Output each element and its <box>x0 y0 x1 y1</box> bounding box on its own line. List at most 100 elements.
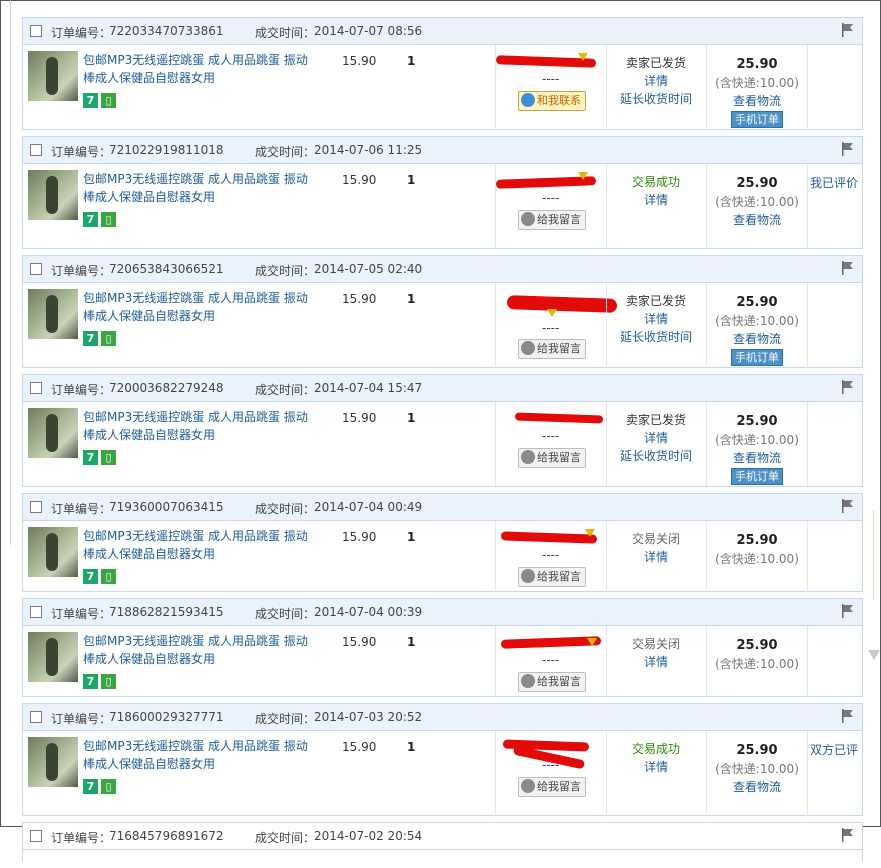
flag-icon[interactable] <box>842 828 854 842</box>
seller-dashes: ---- <box>542 429 560 443</box>
wangwang-chat-icon <box>521 212 535 226</box>
view-logistics-link[interactable]: 查看物流 <box>707 92 807 110</box>
product-title-link[interactable]: 包邮MP3无线遥控跳蛋 成人用品跳蛋 振动棒成人保健品自慰器女用 <box>83 632 313 668</box>
checkbox-icon[interactable] <box>30 711 42 723</box>
unit-price: 15.90 <box>342 173 377 187</box>
total-block: 25.90 (含快递:10.00) 查看物流 手机订单 <box>707 294 807 366</box>
view-logistics-link[interactable]: 查看物流 <box>707 211 807 229</box>
order-header: 订单编号： 718862821593415 成交时间： 2014-07-04 0… <box>23 599 862 626</box>
checkbox-icon[interactable] <box>30 25 42 37</box>
checkbox-icon[interactable] <box>30 501 42 513</box>
flag-icon[interactable] <box>842 380 854 394</box>
product-thumbnail[interactable] <box>28 289 78 339</box>
product-thumbnail[interactable] <box>28 170 78 220</box>
details-link[interactable]: 详情 <box>607 758 705 776</box>
total-block: 25.90 (含快递:10.00) <box>707 637 807 673</box>
seven-day-return-icon[interactable]: 7 <box>83 674 98 689</box>
product-thumbnail[interactable] <box>28 737 78 787</box>
product-title-link[interactable]: 包邮MP3无线遥控跳蛋 成人用品跳蛋 振动棒成人保健品自慰器女用 <box>83 527 313 563</box>
extend-receipt-link[interactable]: 延长收货时间 <box>607 90 705 108</box>
quantity: 1 <box>407 740 416 754</box>
total-block: 25.90 (含快递:10.00) 查看物流 <box>707 742 807 796</box>
contact-me-button[interactable]: 和我联系 <box>518 91 586 111</box>
leave-message-button[interactable]: 给我留言 <box>518 339 586 359</box>
flag-icon[interactable] <box>842 23 854 37</box>
mobile-purchase-icon[interactable]: ▯ <box>101 569 116 584</box>
mobile-purchase-icon[interactable]: ▯ <box>101 93 116 108</box>
column-divider <box>495 283 496 369</box>
checkbox-icon[interactable] <box>30 144 42 156</box>
checkbox-icon[interactable] <box>30 263 42 275</box>
badges: 7 ▯ <box>83 569 119 584</box>
order-number: 719360007063415 <box>109 500 224 514</box>
order-body: 包邮MP3无线遥控跳蛋 成人用品跳蛋 振动棒成人保健品自慰器女用 7 ▯ 15.9… <box>23 45 862 131</box>
product-thumbnail[interactable] <box>28 632 78 682</box>
mobile-purchase-icon[interactable]: ▯ <box>101 450 116 465</box>
seller-dashes: ---- <box>542 191 560 205</box>
product-title-link[interactable]: 包邮MP3无线遥控跳蛋 成人用品跳蛋 振动棒成人保健品自慰器女用 <box>83 737 313 773</box>
scroll-down-arrow-icon[interactable] <box>868 650 880 660</box>
product-title-link[interactable]: 包邮MP3无线遥控跳蛋 成人用品跳蛋 振动棒成人保健品自慰器女用 <box>83 408 313 444</box>
details-link[interactable]: 详情 <box>607 310 705 328</box>
seven-day-return-icon[interactable]: 7 <box>83 93 98 108</box>
unit-price: 15.90 <box>342 530 377 544</box>
extend-receipt-link[interactable]: 延长收货时间 <box>607 328 705 346</box>
column-divider <box>495 731 496 817</box>
leave-message-button[interactable]: 给我留言 <box>518 567 586 587</box>
seven-day-return-icon[interactable]: 7 <box>83 569 98 584</box>
total-amount: 25.90 <box>736 176 778 191</box>
details-link[interactable]: 详情 <box>607 429 705 447</box>
product-thumbnail[interactable] <box>28 51 78 101</box>
extend-receipt-link[interactable]: 延长收货时间 <box>607 447 705 465</box>
details-link[interactable]: 详情 <box>607 191 705 209</box>
details-link[interactable]: 详情 <box>607 548 705 566</box>
seven-day-return-icon[interactable]: 7 <box>83 331 98 346</box>
checkbox-icon[interactable] <box>30 382 42 394</box>
flag-icon[interactable] <box>842 604 854 618</box>
mobile-purchase-icon[interactable]: ▯ <box>101 779 116 794</box>
deal-time-label: 成交时间： <box>255 145 316 159</box>
order-card: 订单编号： 716845796891672 成交时间： 2014-07-02 2… <box>22 822 863 862</box>
seven-day-return-icon[interactable]: 7 <box>83 779 98 794</box>
flag-icon[interactable] <box>842 499 854 513</box>
view-logistics-link[interactable]: 查看物流 <box>707 778 807 796</box>
mobile-purchase-icon[interactable]: ▯ <box>101 212 116 227</box>
leave-message-button[interactable]: 给我留言 <box>518 777 586 797</box>
flag-icon[interactable] <box>842 142 854 156</box>
flag-icon[interactable] <box>842 709 854 723</box>
seven-day-return-icon[interactable]: 7 <box>83 450 98 465</box>
view-logistics-link[interactable]: 查看物流 <box>707 449 807 467</box>
product-title-link[interactable]: 包邮MP3无线遥控跳蛋 成人用品跳蛋 振动棒成人保健品自慰器女用 <box>83 170 313 206</box>
mobile-purchase-icon[interactable]: ▯ <box>101 331 116 346</box>
review-status-link[interactable]: 我已评价 <box>810 174 858 191</box>
leave-message-button[interactable]: 给我留言 <box>518 210 586 230</box>
seven-day-return-icon[interactable]: 7 <box>83 212 98 227</box>
details-link[interactable]: 详情 <box>607 72 705 90</box>
mobile-purchase-icon[interactable]: ▯ <box>101 674 116 689</box>
review-status-link[interactable]: 双方已评 <box>810 741 858 758</box>
leave-message-button[interactable]: 给我留言 <box>518 672 586 692</box>
order-number: 718862821593415 <box>109 605 224 619</box>
total-amount: 25.90 <box>736 57 778 72</box>
checkbox-icon[interactable] <box>30 606 42 618</box>
unit-price: 15.90 <box>342 635 377 649</box>
flag-icon[interactable] <box>842 261 854 275</box>
order-header: 订单编号： 720003682279248 成交时间： 2014-07-04 1… <box>23 375 862 402</box>
badges: 7 ▯ <box>83 674 119 689</box>
deal-time-label: 成交时间： <box>255 712 316 726</box>
badges: 7 ▯ <box>83 93 119 108</box>
product-thumbnail[interactable] <box>28 527 78 577</box>
mobile-order-badge: 手机订单 <box>731 349 783 366</box>
shipping-fee: (含快递:10.00) <box>715 762 799 776</box>
checkbox-icon[interactable] <box>30 830 42 842</box>
mobile-order-badge: 手机订单 <box>731 111 783 128</box>
leave-message-button[interactable]: 给我留言 <box>518 448 586 468</box>
view-logistics-link[interactable]: 查看物流 <box>707 330 807 348</box>
product-title-link[interactable]: 包邮MP3无线遥控跳蛋 成人用品跳蛋 振动棒成人保健品自慰器女用 <box>83 51 313 87</box>
details-link[interactable]: 详情 <box>607 653 705 671</box>
product-thumbnail[interactable] <box>28 408 78 458</box>
product-title-link[interactable]: 包邮MP3无线遥控跳蛋 成人用品跳蛋 振动棒成人保健品自慰器女用 <box>83 289 313 325</box>
order-card: 订单编号： 718600029327771 成交时间： 2014-07-03 2… <box>22 703 863 817</box>
order-list: 订单编号： 722033470733861 成交时间： 2014-07-07 0… <box>22 17 863 868</box>
left-divider <box>10 0 11 545</box>
